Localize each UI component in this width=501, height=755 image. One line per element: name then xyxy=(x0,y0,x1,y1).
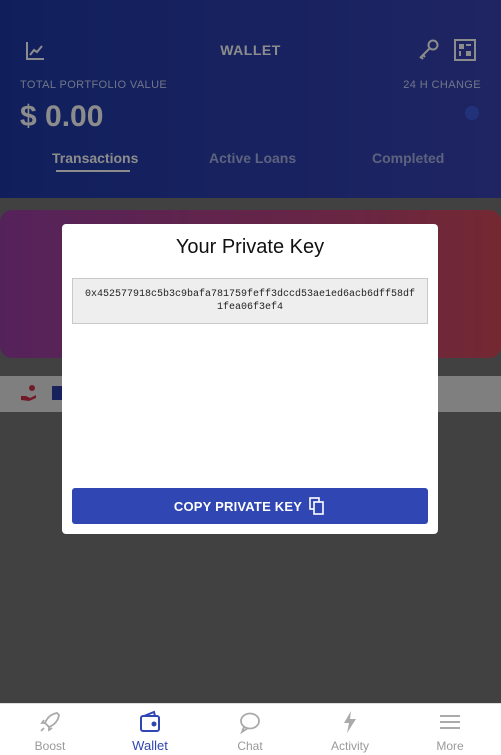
nav-item-activity[interactable]: Activity xyxy=(300,704,400,755)
menu-icon xyxy=(440,715,460,729)
nav-label-chat: Chat xyxy=(237,739,263,753)
nav-label-more: More xyxy=(436,739,464,753)
copy-button-label: COPY PRIVATE KEY xyxy=(173,498,303,514)
copy-private-key-button[interactable]: COPY PRIVATE KEY xyxy=(72,488,428,524)
nav-item-wallet[interactable]: Wallet xyxy=(100,704,200,755)
activity-icon xyxy=(344,711,356,733)
nav-item-boost[interactable]: Boost xyxy=(0,704,100,755)
copy-icon xyxy=(309,497,324,515)
private-key-modal: Your Private Key 0x452577918c5b3c9bafa78… xyxy=(62,224,438,534)
modal-title: Your Private Key xyxy=(175,236,325,258)
nav-label-wallet: Wallet xyxy=(132,738,168,753)
private-key-text[interactable]: 0x452577918c5b3c9bafa781759feff3dccd53ae… xyxy=(72,278,428,324)
rocket-icon xyxy=(40,712,60,732)
nav-item-more[interactable]: More xyxy=(400,704,500,755)
wallet-icon xyxy=(140,710,160,732)
bottom-navigation: Boost Wallet Chat Activity More xyxy=(0,703,501,755)
nav-label-activity: Activity xyxy=(330,739,369,753)
nav-label-boost: Boost xyxy=(34,739,66,753)
nav-item-chat[interactable]: Chat xyxy=(200,704,300,755)
chat-icon xyxy=(240,712,260,734)
